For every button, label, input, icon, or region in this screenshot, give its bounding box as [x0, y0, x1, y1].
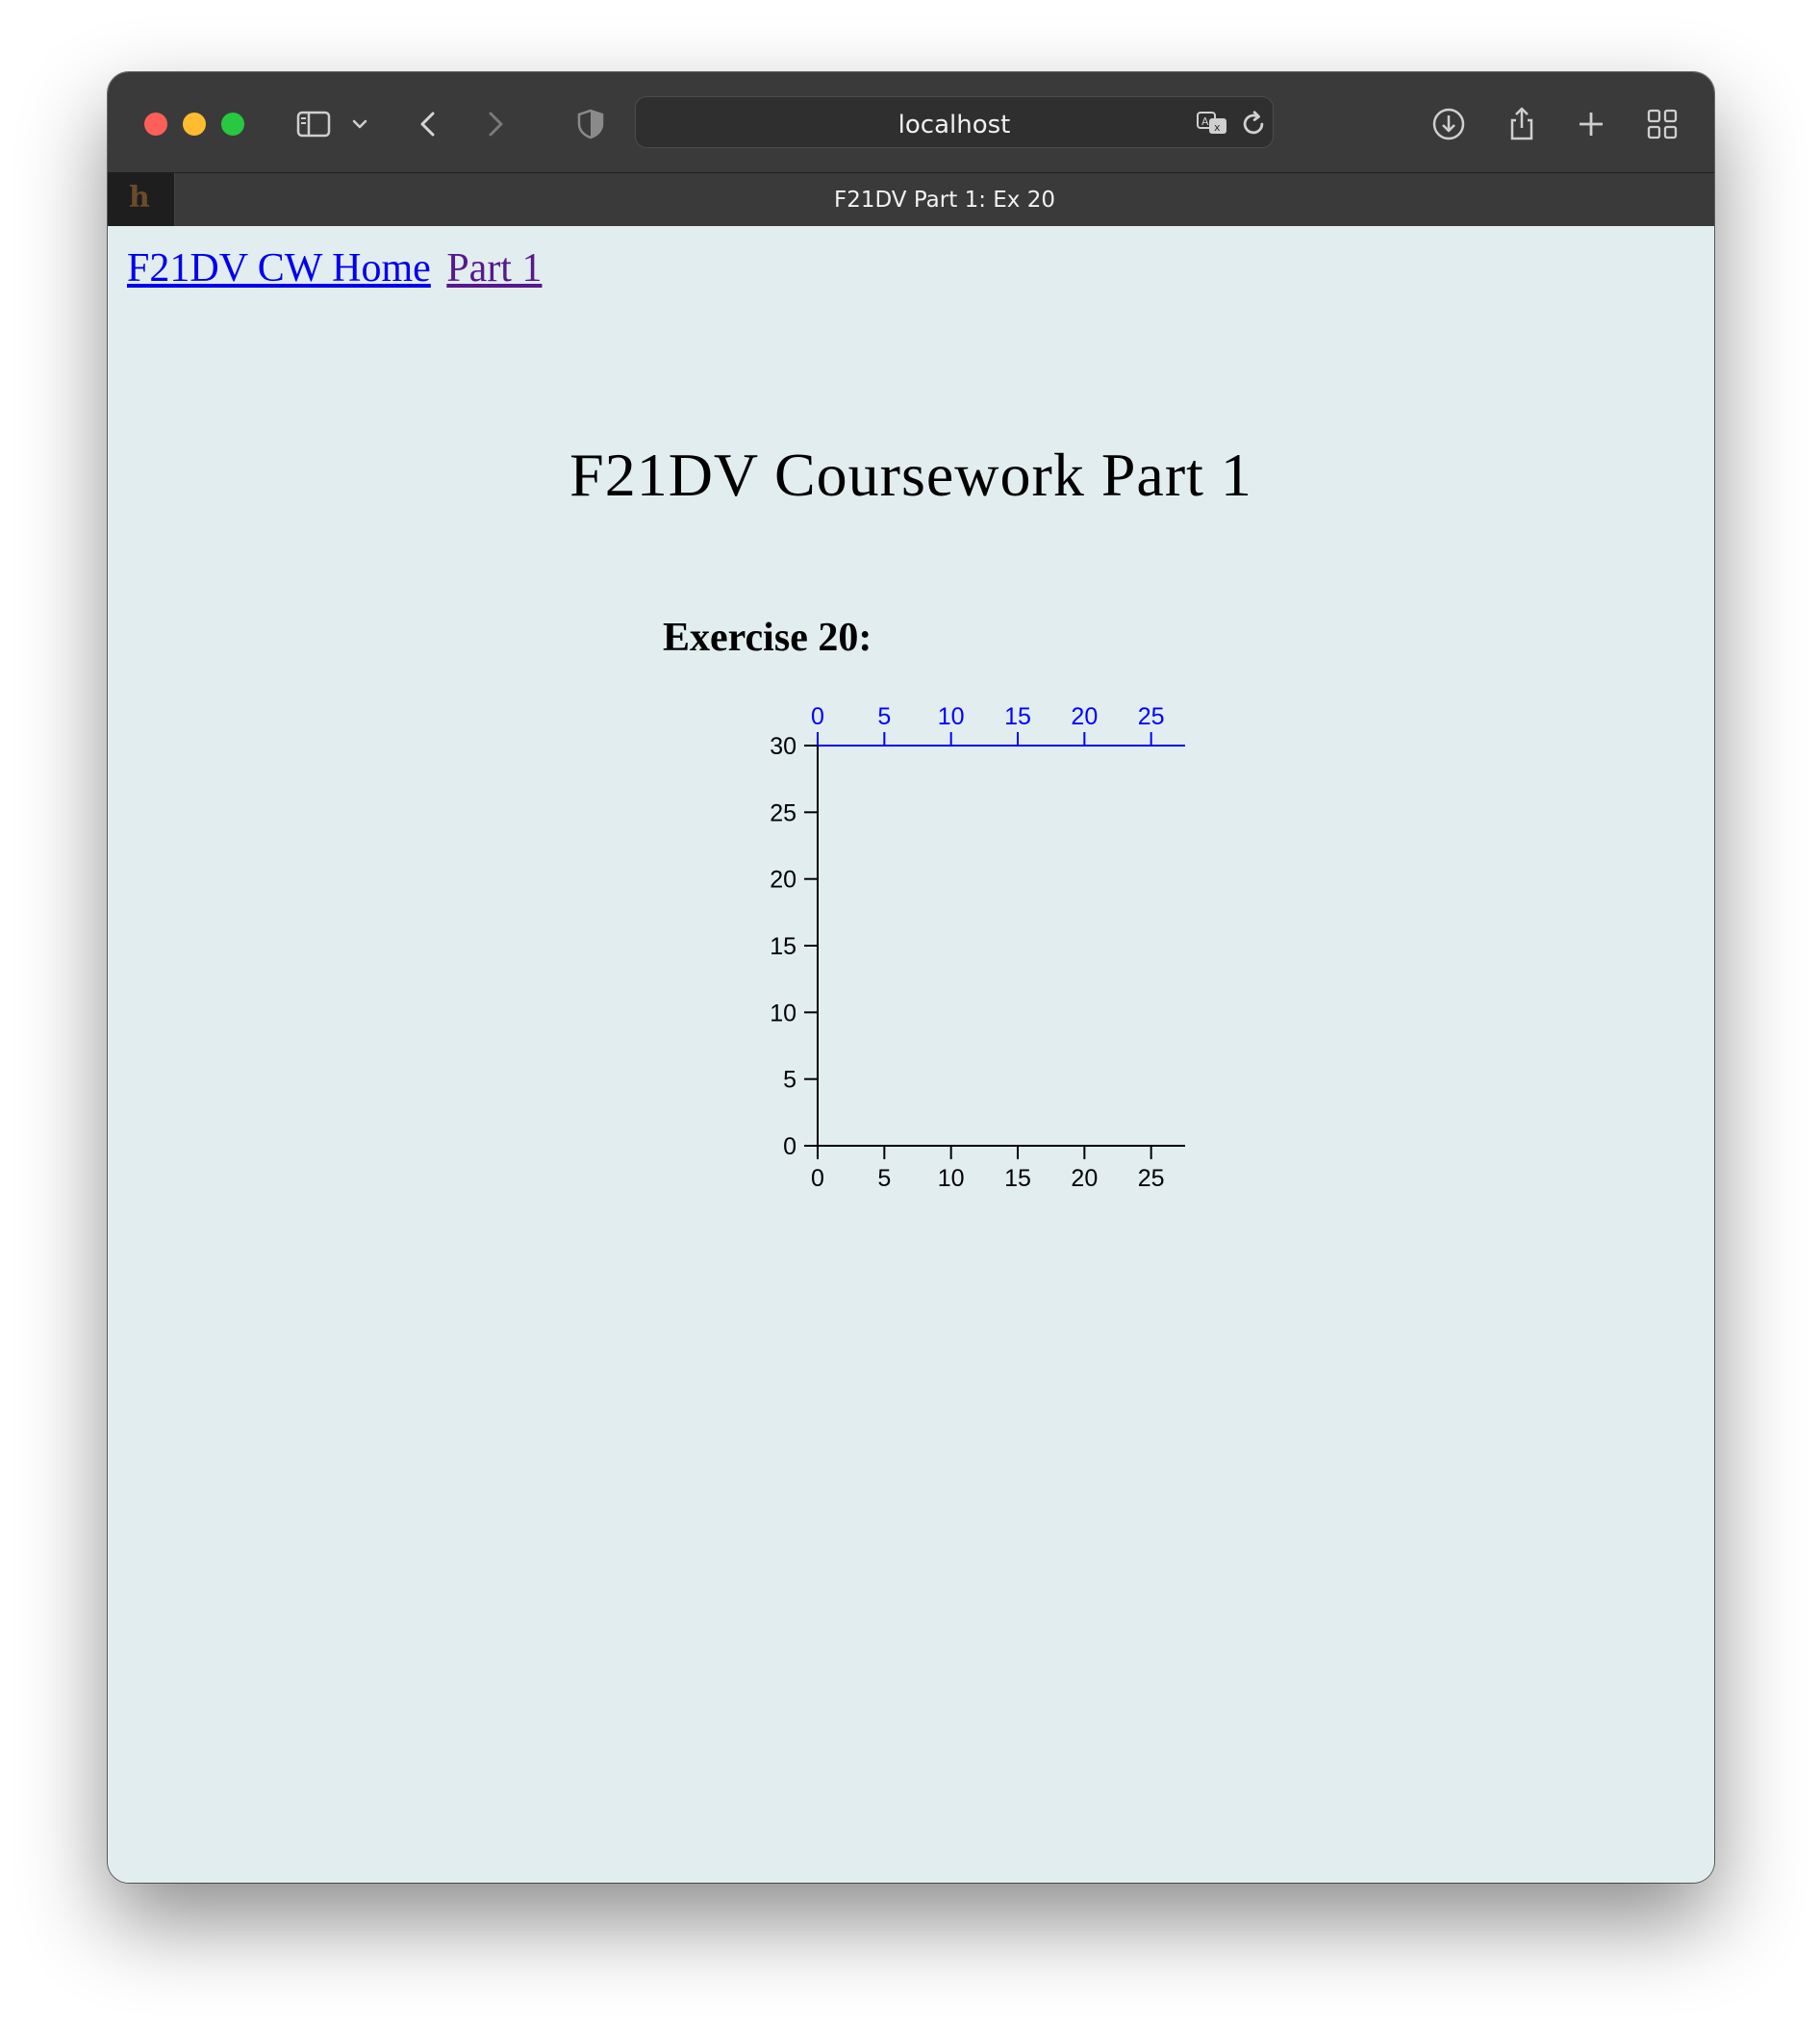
privacy-shield-icon[interactable]: [571, 105, 610, 143]
x-axis-bottom-tick-label: 0: [811, 1165, 824, 1192]
zoom-window-button[interactable]: [221, 113, 244, 136]
exercise-title: Exercise 20:: [663, 616, 872, 660]
share-icon[interactable]: [1503, 105, 1541, 143]
x-axis-bottom-tick-label: 20: [1071, 1165, 1098, 1192]
translate-icon[interactable]: Ax: [1194, 105, 1232, 139]
tab-active[interactable]: F21DV Part 1: Ex 20: [175, 173, 1714, 226]
reload-icon[interactable]: [1234, 105, 1269, 139]
x-axis-bottom-tick-label: 10: [938, 1165, 965, 1192]
x-axis-top-tick-label: 25: [1138, 703, 1165, 730]
x-axis-top-tick-label: 10: [938, 703, 965, 730]
svg-text:A: A: [1201, 115, 1209, 128]
new-tab-plus-icon[interactable]: [1572, 105, 1610, 143]
address-bar[interactable]: localhost Ax: [635, 96, 1274, 148]
y-axis-left-tick-label: 30: [770, 733, 796, 760]
page-title: F21DV Coursework Part 1: [569, 441, 1252, 509]
x-axis-top-tick-label: 0: [811, 703, 824, 730]
tab-title: F21DV Part 1: Ex 20: [834, 188, 1055, 213]
forward-arrow-icon[interactable]: [475, 105, 514, 143]
browser-toolbar: localhost Ax: [108, 72, 1714, 172]
minimize-window-button[interactable]: [183, 113, 206, 136]
x-axis-bottom-tick-label: 5: [877, 1165, 891, 1192]
y-axis-left-tick-label: 25: [770, 799, 796, 826]
svg-text:x: x: [1214, 121, 1221, 134]
part1-link[interactable]: Part 1: [446, 246, 542, 291]
sidebar-icon[interactable]: [294, 105, 333, 143]
downloads-icon[interactable]: [1429, 105, 1468, 143]
nav-links: F21DV CW Home Part 1: [127, 245, 547, 291]
favicon-letter: h: [129, 181, 150, 215]
y-axis-left-tick-label: 15: [770, 933, 796, 960]
y-axis-left-tick-label: 0: [783, 1133, 796, 1160]
x-axis-top-tick-label: 20: [1071, 703, 1098, 730]
y-axis-left-tick-label: 20: [770, 867, 796, 894]
pinned-tab-favicon[interactable]: h: [108, 173, 175, 226]
chart-svg: 0510152025300510152025300510152025300510…: [770, 703, 1185, 1192]
x-axis-bottom-tick-label: 15: [1004, 1165, 1031, 1192]
x-axis-top-tick-label: 5: [877, 703, 891, 730]
back-arrow-icon[interactable]: [410, 105, 448, 143]
chevron-down-icon[interactable]: [346, 105, 373, 143]
y-axis-left-tick-label: 10: [770, 1000, 796, 1026]
home-link[interactable]: F21DV CW Home: [127, 246, 431, 291]
y-axis-left-tick-label: 5: [783, 1067, 796, 1094]
x-axis-top-tick-label: 15: [1004, 703, 1031, 730]
x-axis-bottom-tick-label: 25: [1138, 1165, 1165, 1192]
tab-overview-icon[interactable]: [1643, 105, 1681, 143]
page-content: F21DV CW Home Part 1 F21DV Coursework Pa…: [108, 226, 1714, 1883]
browser-window: localhost Ax h F21DV Part 1: Ex 20 F21DV…: [108, 72, 1714, 1883]
address-text: localhost: [897, 111, 1011, 139]
tab-bar: h F21DV Part 1: Ex 20: [108, 172, 1714, 226]
close-window-button[interactable]: [144, 113, 167, 136]
